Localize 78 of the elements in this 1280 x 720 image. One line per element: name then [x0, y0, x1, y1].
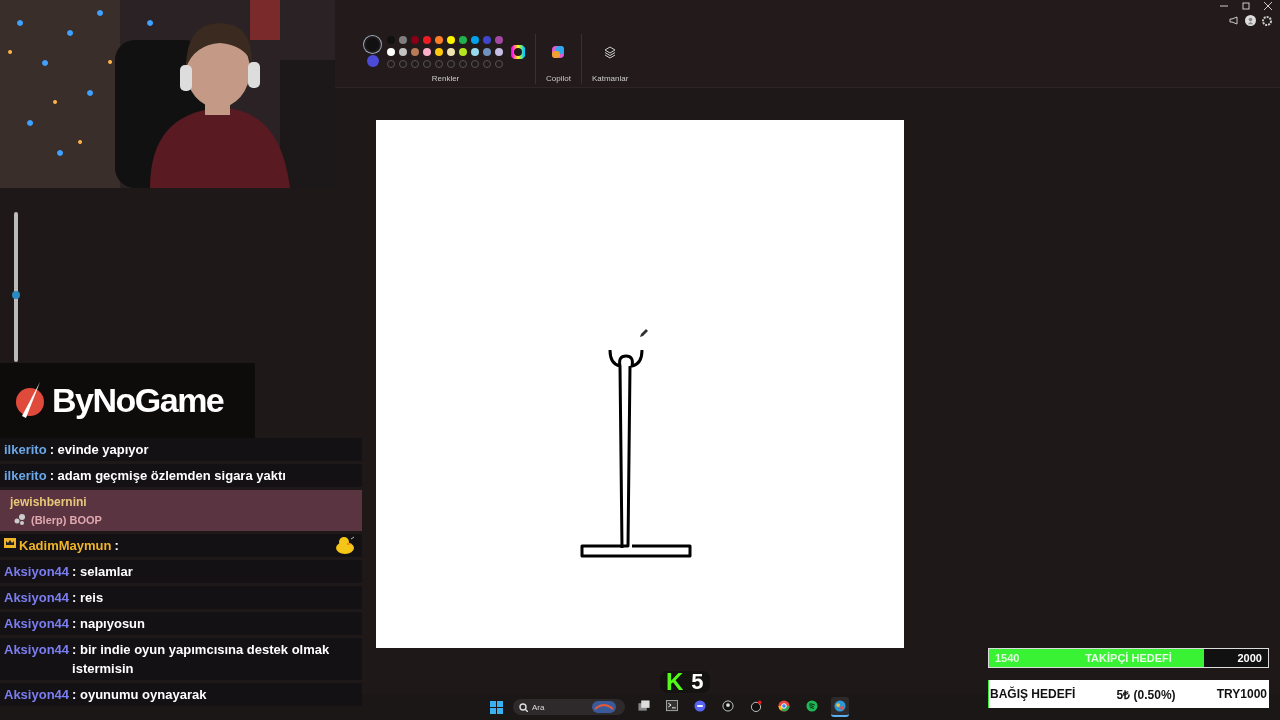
goal-title: BAĞIŞ HEDEFİ	[990, 687, 1076, 701]
browser-icon	[778, 700, 790, 712]
music-app-icon	[806, 700, 818, 712]
color-swatch[interactable]	[423, 36, 431, 44]
color-swatch[interactable]	[447, 36, 455, 44]
chat-separator: :	[114, 537, 120, 555]
redeem-text: (Blerp) BOOP	[31, 513, 102, 526]
color-wheel-icon[interactable]	[511, 45, 525, 59]
chat-username: jewishbernini	[10, 495, 88, 509]
color-swatch[interactable]	[447, 48, 455, 56]
chat-username[interactable]: ilkerito	[4, 440, 47, 459]
platform-logo: K	[666, 671, 684, 693]
color-swatch[interactable]	[411, 48, 419, 56]
goal-target: 2000	[1237, 652, 1262, 664]
color-swatch[interactable]	[399, 48, 407, 56]
chat-username[interactable]: Aksiyon44	[4, 588, 70, 607]
notification-app-icon	[750, 700, 762, 712]
color-swatch[interactable]	[459, 36, 467, 44]
megaphone-icon[interactable]	[1229, 16, 1239, 25]
chat-username[interactable]: ilkerito	[4, 466, 47, 485]
pencil-icon	[639, 328, 649, 338]
secondary-color-swatch[interactable]	[366, 54, 379, 67]
duck-emote-icon	[335, 536, 355, 554]
group-label: Renkler	[431, 74, 460, 83]
layers-icon[interactable]	[604, 45, 617, 59]
logo-text: ByNoGame	[52, 381, 224, 420]
chat-message: : oyunumu oynayarak	[72, 686, 208, 704]
chat-message: : selamlar	[72, 563, 134, 581]
paint-app-icon	[834, 700, 846, 712]
layers-label[interactable]: Katmanlar	[591, 74, 629, 83]
color-swatch[interactable]	[459, 48, 467, 56]
color-swatch[interactable]	[495, 48, 503, 56]
chat-username[interactable]: Aksiyon44	[4, 562, 70, 581]
dots-icon	[14, 513, 25, 526]
color-swatch[interactable]	[387, 48, 395, 56]
search-field[interactable]: Ara	[513, 699, 625, 715]
avatar-icon[interactable]	[1245, 15, 1256, 26]
taskbar-app[interactable]	[831, 697, 849, 717]
chat-message: : adam geçmişe özlemden sigara yaktı	[49, 467, 287, 485]
color-swatch[interactable]	[471, 48, 479, 56]
goal-current: 5₺ (0.50%)	[1116, 686, 1176, 703]
task-view-icon	[638, 700, 650, 712]
viewer-count: 5	[691, 671, 704, 693]
terminal-icon	[666, 700, 678, 712]
zoom-slider[interactable]	[14, 212, 18, 362]
color-swatch[interactable]	[423, 48, 431, 56]
chat-username[interactable]: Aksiyon44	[4, 640, 70, 659]
color-swatch[interactable]	[411, 36, 419, 44]
slider-thumb[interactable]	[12, 290, 20, 299]
copilot-label[interactable]: Copilot	[546, 74, 571, 83]
chat-message: : reis	[72, 589, 105, 607]
search-icon[interactable]	[519, 702, 528, 712]
crown-icon	[4, 536, 16, 548]
chat-username[interactable]: Aksiyon44	[4, 614, 70, 633]
search-input[interactable]: Ara	[532, 702, 588, 712]
color-swatch[interactable]	[483, 36, 491, 44]
color-swatch[interactable]	[471, 36, 479, 44]
search-highlight-icon[interactable]	[592, 701, 616, 713]
chat-username[interactable]: Aksiyon44	[4, 685, 70, 704]
primary-color-swatch[interactable]	[366, 37, 379, 51]
color-swatch[interactable]	[399, 36, 407, 44]
start-icon[interactable]	[490, 700, 503, 714]
chat-message: : napıyosun	[72, 615, 146, 633]
color-swatch[interactable]	[483, 48, 491, 56]
color-swatch[interactable]	[435, 36, 443, 44]
chat-message: : evinde yapıyor	[49, 441, 150, 459]
chat-username[interactable]: KadimMaymun	[19, 536, 112, 555]
chat-message: : bir indie oyun yapımcısına destek olmak istermisin	[72, 641, 331, 678]
close-icon[interactable]	[1264, 2, 1272, 10]
copilot-icon[interactable]	[551, 45, 566, 59]
color-swatch[interactable]	[435, 48, 443, 56]
maximize-icon[interactable]	[1242, 2, 1250, 10]
goal-title: TAKİPÇİ HEDEFİ	[1085, 652, 1172, 664]
minimize-icon[interactable]	[1220, 2, 1228, 10]
color-swatch[interactable]	[495, 36, 503, 44]
settings-icon[interactable]	[1262, 15, 1272, 26]
goal-current: 1540	[995, 652, 1020, 664]
goal-target: TRY1000	[1216, 687, 1267, 701]
